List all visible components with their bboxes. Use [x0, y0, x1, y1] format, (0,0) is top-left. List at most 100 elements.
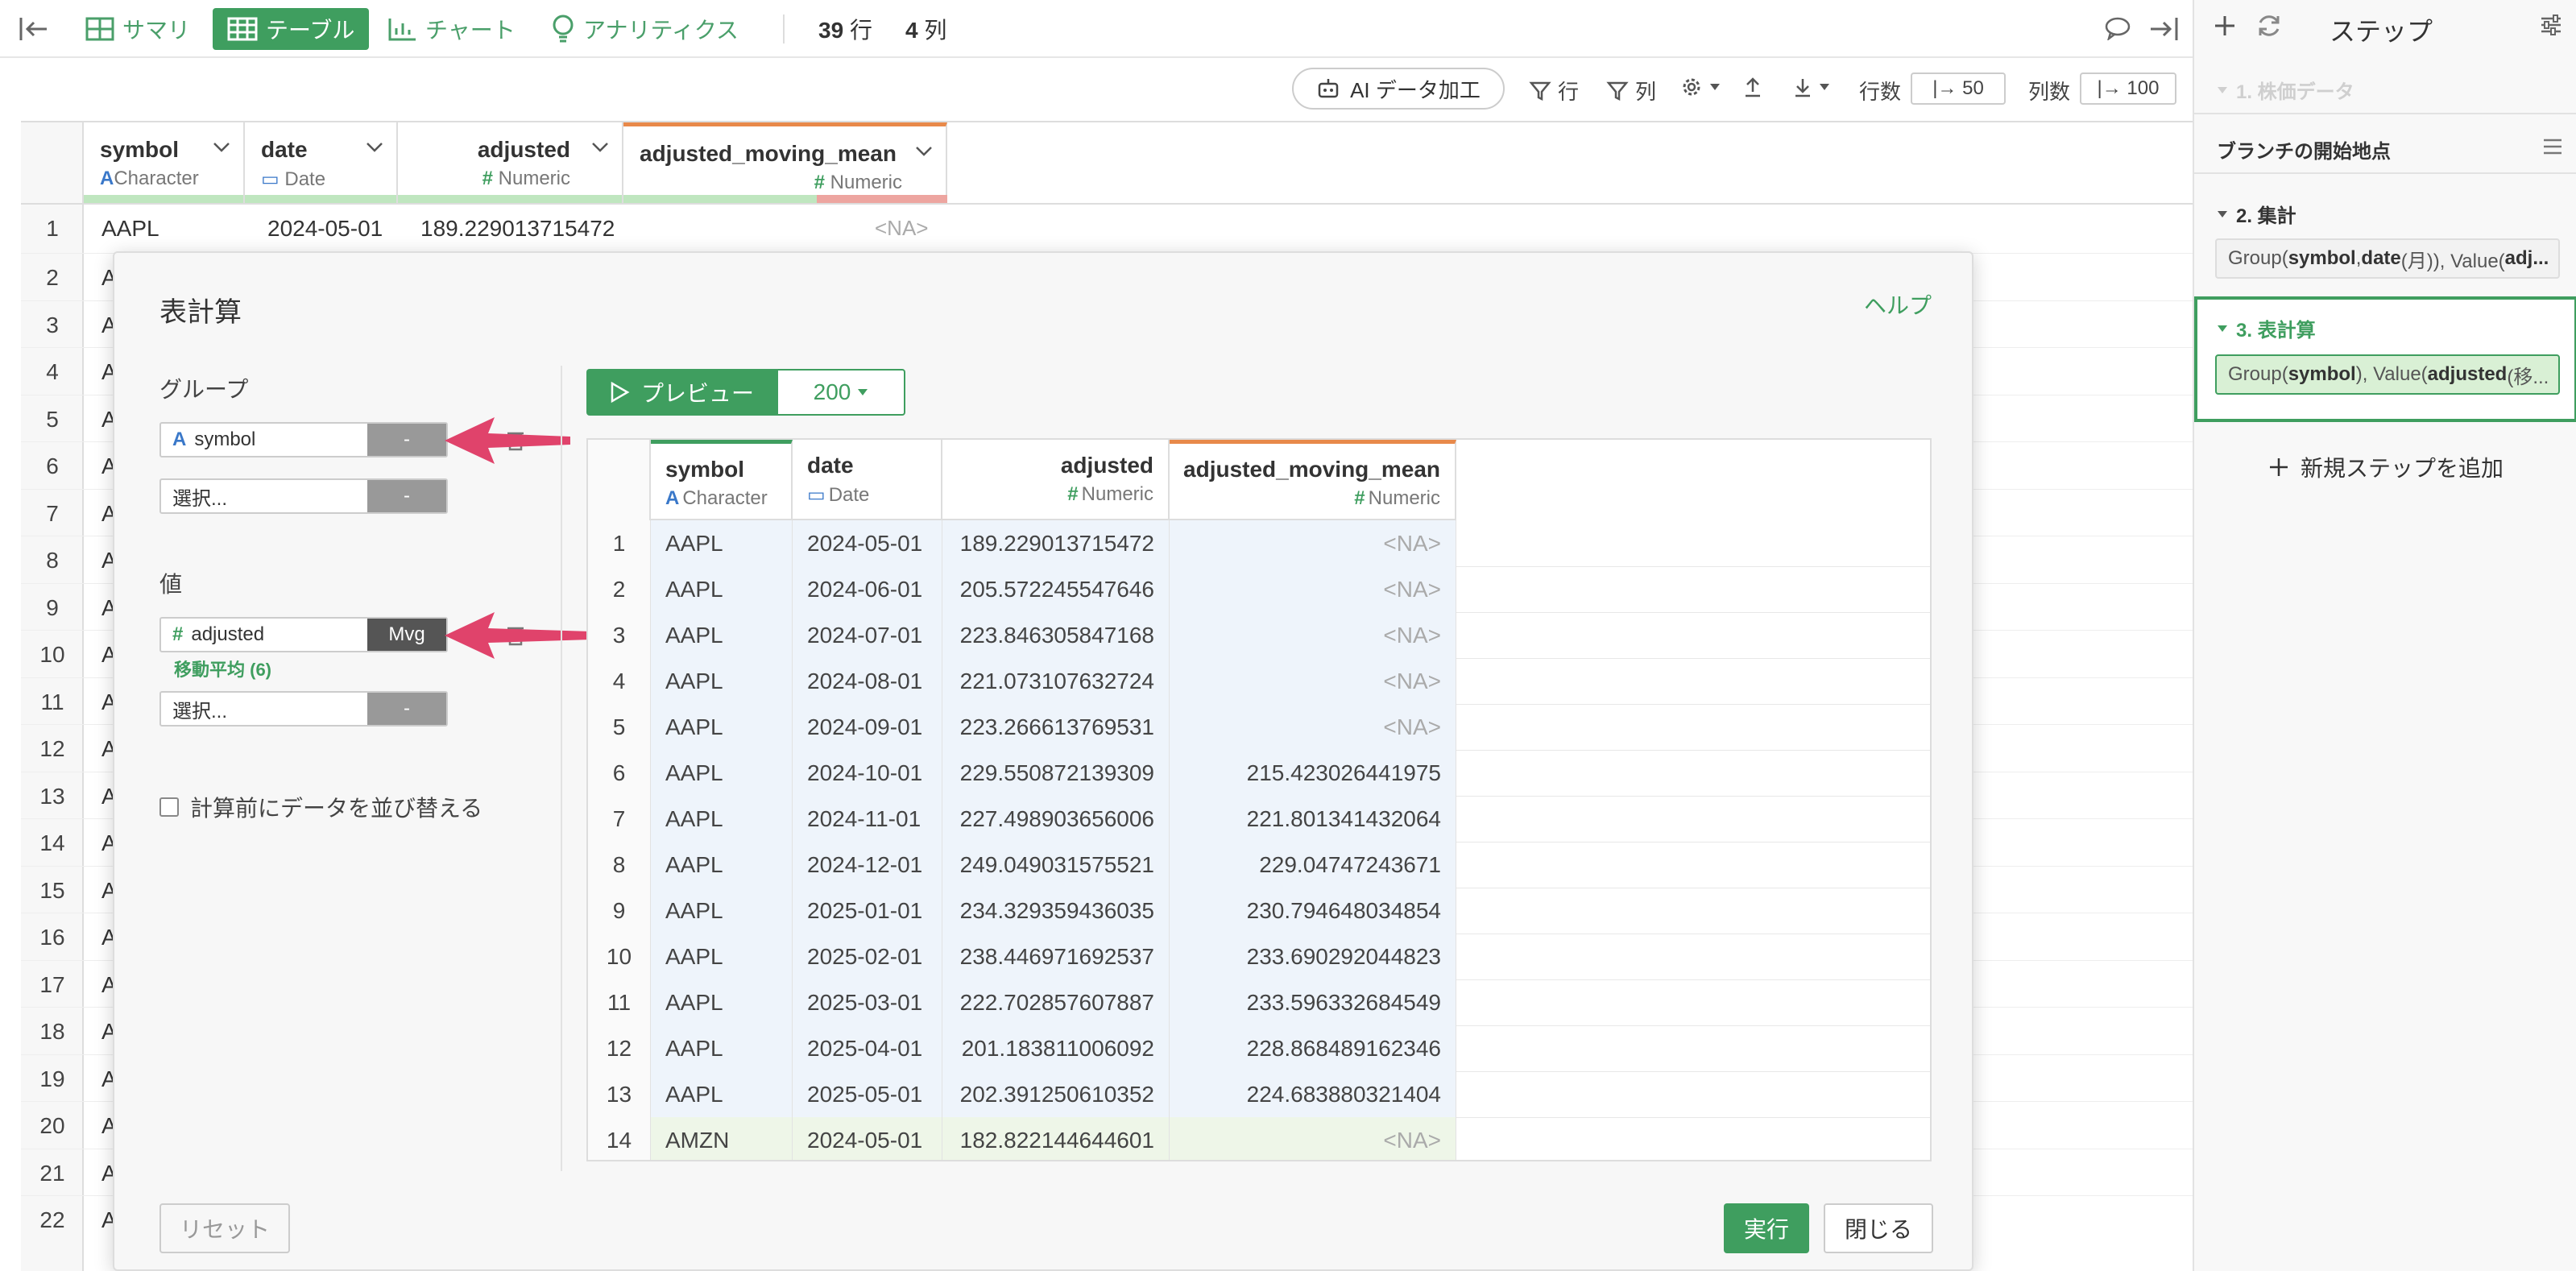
menu-icon[interactable]	[2542, 137, 2563, 162]
cell: 215.423026441975	[1170, 750, 1456, 797]
collapse-right-icon[interactable]	[2147, 14, 2180, 49]
calendar-icon: ▭	[261, 168, 280, 190]
step-3-detail[interactable]: Group(symbol), Value(adjusted (移...	[2215, 354, 2560, 395]
tab-analytics[interactable]: アナリティクス	[551, 8, 739, 50]
add-icon[interactable]	[2212, 13, 2238, 44]
preview-button[interactable]: プレビュー	[586, 369, 777, 416]
checkbox[interactable]	[159, 797, 179, 817]
download-button[interactable]	[1793, 76, 1830, 98]
preview-column-adjusted-moving-mean: adjusted_moving_mean # Numeric	[1170, 440, 1456, 520]
tab-table[interactable]: テーブル	[213, 8, 370, 50]
robot-icon	[1318, 79, 1339, 98]
column-type: Character	[682, 487, 768, 509]
value-field-adjusted[interactable]: # adjusted Mvg	[159, 617, 448, 652]
column-header-adjusted-moving-mean[interactable]: adjusted_moving_mean # Numeric	[623, 122, 947, 203]
chevron-down-icon[interactable]	[591, 142, 609, 153]
row-number: 6	[588, 750, 651, 797]
table-row: 2 AAPL 2024-06-01 205.572245547646 <NA>	[588, 566, 1930, 613]
value-select-placeholder: 選択...	[172, 700, 228, 722]
column-name: date	[261, 137, 308, 162]
ai-data-label: AI データ加工	[1350, 77, 1481, 102]
caret-down-icon	[858, 389, 868, 395]
refresh-icon[interactable]	[2255, 13, 2283, 44]
cell-na: <NA>	[1170, 566, 1456, 613]
cell: 223.266613769531	[942, 704, 1170, 751]
value-select-field[interactable]: 選択... -	[159, 691, 448, 727]
group-select-button[interactable]: -	[367, 480, 446, 512]
column-quality-bar	[84, 195, 243, 203]
sort-before-calc-checkbox[interactable]: 計算前にデータを並び替える	[159, 791, 482, 823]
numeric-type-icon: #	[814, 172, 825, 193]
preview-column-adjusted: adjusted # Numeric	[942, 440, 1170, 520]
filter-rows-button[interactable]: 行	[1529, 76, 1579, 106]
table-row: 4 AAPL 2024-08-01 221.073107632724 <NA>	[588, 658, 1930, 705]
cell: 2024-11-01	[793, 796, 942, 843]
comment-icon[interactable]	[2104, 16, 2131, 46]
table-row: 7 AAPL 2024-11-01 227.498903656006 221.80134…	[588, 796, 1930, 843]
cell: AAPL	[651, 704, 793, 751]
cell: AAPL	[651, 934, 793, 980]
table-row: 14 AMZN 2024-05-01 182.822144644601 <NA>	[588, 1117, 1930, 1160]
caret-down-icon	[1710, 84, 1720, 90]
close-button[interactable]: 閉じる	[1824, 1203, 1933, 1253]
group-field-remove-button[interactable]: -	[367, 424, 446, 456]
tab-summary[interactable]: サマリ	[85, 8, 190, 50]
row-number: 8	[46, 548, 59, 573]
cell: 223.846305847168	[942, 612, 1170, 659]
cell: 189.229013715472	[942, 520, 1170, 567]
chevron-down-icon[interactable]	[915, 146, 933, 157]
cell: 2024-05-01	[267, 216, 383, 241]
cell-na: <NA>	[875, 216, 929, 240]
row-number: 10	[39, 642, 65, 667]
column-name: adjusted_moving_mean	[640, 141, 897, 166]
add-step-button[interactable]: 新規ステップを追加	[2268, 451, 2504, 483]
chevron-down-icon[interactable]	[213, 142, 230, 153]
row-number: 21	[39, 1160, 65, 1186]
calculation-note: 移動平均 (6)	[174, 660, 272, 680]
calculation-type-button[interactable]: Mvg	[367, 619, 446, 651]
tab-summary-label: サマリ	[122, 18, 191, 43]
preview-column-date: date ▭ Date	[793, 440, 942, 520]
step-1[interactable]: 1. 株価データ	[2217, 76, 2354, 104]
cols-limit-label: 列数	[2028, 80, 2071, 104]
step-2-detail[interactable]: Group(symbol, date (月)), Value(adj...	[2215, 238, 2560, 279]
cell: 233.596332684549	[1170, 979, 1456, 1026]
column-name: adjusted	[477, 137, 570, 162]
column-header-adjusted[interactable]: adjusted # Numeric	[398, 122, 623, 203]
reset-button[interactable]: リセット	[159, 1203, 290, 1253]
tab-chart[interactable]: チャート	[388, 8, 516, 50]
column-header-date[interactable]: date ▭ Date	[245, 122, 398, 203]
collapse-left-icon[interactable]	[18, 14, 50, 49]
divider	[2194, 113, 2576, 114]
group-select-field[interactable]: 選択... -	[159, 478, 448, 514]
step-2[interactable]: 2. 集計	[2217, 200, 2296, 228]
table-calculation-dialog: 表計算 ヘルプ グループ Asymbol - 選択... - 値 # adjust…	[113, 251, 1973, 1271]
step-1-label: 1. 株価データ	[2236, 81, 2354, 103]
step-3[interactable]: 3. 表計算	[2217, 314, 2316, 342]
preview-count-dropdown[interactable]: 200	[777, 369, 905, 416]
settings-button[interactable]	[1680, 76, 1721, 98]
column-quality-bar	[398, 195, 622, 203]
cell: 2024-07-01	[793, 612, 942, 659]
rows-limit-label: 行数	[1859, 80, 1902, 104]
table-row: 1 AAPL 2024-05-01 189.229013715472 <NA>	[21, 205, 947, 251]
rows-limit-input[interactable]: |→ 50	[1911, 72, 2006, 105]
cell: AAPL	[101, 216, 159, 241]
help-link[interactable]: ヘルプ	[1864, 288, 1932, 321]
sliders-icon[interactable]	[2539, 13, 2563, 43]
filter-columns-label: 列	[1635, 80, 1657, 104]
table-row: 6 AAPL 2024-10-01 229.550872139309 215.42302…	[588, 750, 1930, 797]
export-button[interactable]	[1743, 76, 1762, 98]
filter-columns-button[interactable]: 列	[1606, 76, 1656, 106]
column-header-symbol[interactable]: symbol ACharacter	[84, 122, 245, 203]
value-select-button[interactable]: -	[367, 693, 446, 725]
chevron-down-icon[interactable]	[366, 142, 383, 153]
cols-limit-input[interactable]: |→ 100	[2080, 72, 2176, 105]
group-field-symbol[interactable]: Asymbol -	[159, 422, 448, 457]
row-number: 15	[39, 877, 65, 903]
cell: 205.572245547646	[942, 566, 1170, 613]
top-toolbar: サマリ テーブル チャート アナリティクス 39 行 4 列	[0, 0, 2193, 58]
ai-data-button[interactable]: AI データ加工	[1292, 68, 1505, 110]
row-number: 2	[588, 566, 651, 613]
run-button[interactable]: 実行	[1724, 1203, 1809, 1253]
